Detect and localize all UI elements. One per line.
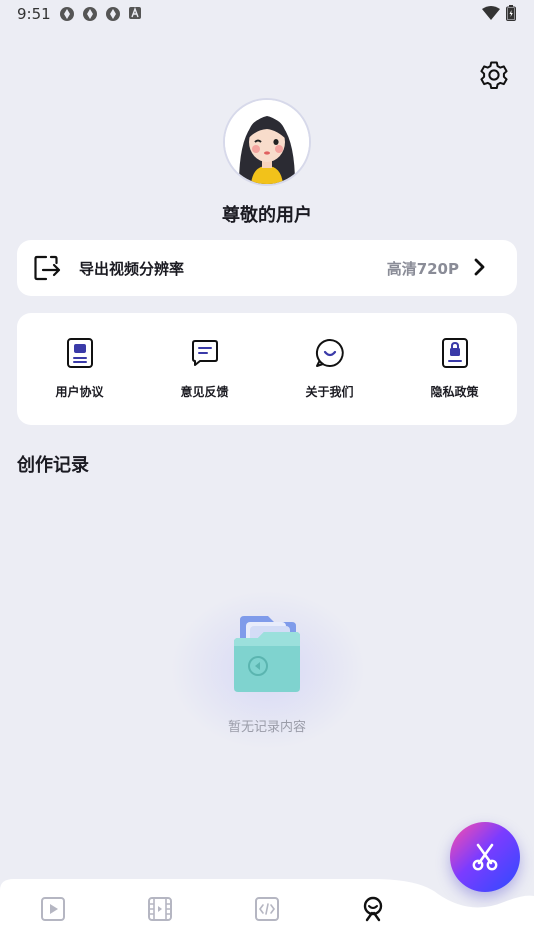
tab-profile-icon[interactable] [360, 896, 386, 922]
gear-icon [480, 61, 508, 89]
status-bar: 9:51 [0, 0, 534, 28]
username: 尊敬的用户 [222, 205, 312, 226]
menu-label: 用户协议 [55, 385, 104, 399]
menu-item-user-agreement[interactable]: 用户协议 [17, 313, 142, 425]
wifi-icon [482, 6, 500, 20]
menu-card: 用户协议 意见反馈 关于我们 隐私政策 [17, 313, 517, 425]
records-section-title: 创作记录 [17, 455, 89, 476]
girl-avatar-illustration [225, 100, 309, 184]
tab-code-icon[interactable] [254, 896, 280, 922]
export-resolution-row[interactable]: 导出视频分辨率 高清720P [17, 240, 517, 296]
avatar[interactable] [223, 98, 311, 186]
menu-item-feedback[interactable]: 意见反馈 [142, 313, 267, 425]
document-icon [66, 338, 93, 368]
empty-folder-icon [234, 616, 300, 692]
resolution-value: 高清720P [386, 260, 459, 278]
notification-icons [59, 6, 142, 22]
app-notification-icon [60, 7, 74, 21]
menu-item-about-us[interactable]: 关于我们 [267, 313, 392, 425]
tab-film-icon[interactable] [147, 896, 173, 922]
a-notification-icon [129, 7, 141, 19]
status-time: 9:51 [17, 5, 51, 23]
app-notification-icon [83, 7, 97, 21]
resolution-label: 导出视频分辨率 [79, 260, 185, 278]
chevron-right-icon [474, 258, 485, 276]
lock-document-icon [441, 338, 468, 368]
empty-state-text: 暂无记录内容 [227, 720, 306, 735]
chat-smile-icon [315, 338, 344, 367]
message-icon [191, 340, 218, 366]
tab-play-icon[interactable] [40, 896, 66, 922]
settings-button[interactable] [477, 58, 511, 92]
menu-label: 隐私政策 [430, 385, 479, 399]
scissors-icon [472, 843, 498, 871]
menu-label: 关于我们 [305, 385, 354, 399]
app-notification-icon [106, 7, 120, 21]
battery-icon [506, 5, 516, 21]
menu-label: 意见反馈 [180, 385, 229, 399]
export-icon [34, 255, 61, 281]
system-status-icons [482, 5, 516, 21]
menu-item-privacy-policy[interactable]: 隐私政策 [392, 313, 517, 425]
